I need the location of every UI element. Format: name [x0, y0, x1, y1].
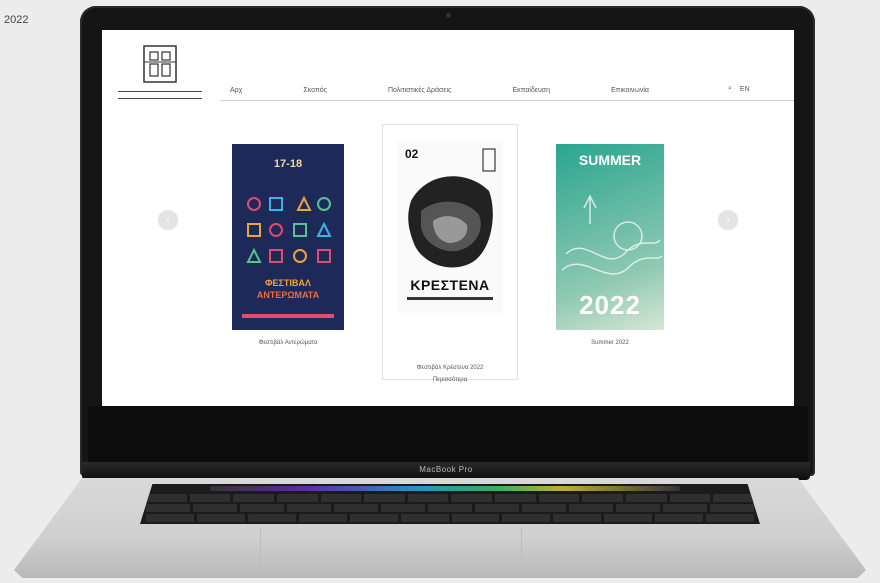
card-caption[interactable]: Φεστιβάλ Κρέστενα 2022 — [383, 365, 517, 371]
slider-next-button[interactable]: › — [718, 210, 738, 230]
event-poster[interactable]: 02 ΚΡΕΣΤΕΝΑ — [397, 141, 503, 313]
screen-bezel — [88, 406, 808, 462]
nav-item-purpose[interactable]: Σκοπός — [303, 87, 327, 94]
hinge: MacBook Pro — [82, 462, 810, 480]
poster-title: ΚΡΕΣΤΕΝΑ — [410, 277, 490, 293]
logo-sub — [118, 100, 202, 106]
camera — [446, 13, 451, 18]
event-poster[interactable]: SUMMER 2022 — [556, 144, 664, 330]
event-card[interactable]: SUMMER 2022 Summer 2022 — [556, 144, 664, 364]
key-row — [146, 514, 755, 522]
logo-mark-icon — [143, 45, 177, 83]
key-row — [146, 494, 754, 502]
main-nav: Αρχ Σκοπός Πολιτιστικές Δράσεις Εκπαίδευ… — [230, 84, 770, 96]
slider-prev-button[interactable]: ‹ — [158, 210, 178, 230]
card-caption[interactable]: Φεστιβάλ Αντερώματα — [232, 340, 344, 346]
event-card-featured[interactable]: 02 ΚΡΕΣΤΕΝΑ Φεστιβάλ Κρέστενα 2022 Περισ… — [382, 124, 518, 383]
card-caption[interactable]: Summer 2022 — [556, 340, 664, 346]
event-card[interactable]: 17-18 ΦΕΣΤΙΒΑΛ ΑΝΤΕΡΩΜΑΤΑ Φεστιβάλ Αντερ… — [232, 144, 344, 364]
read-more-link[interactable]: Περισσότερα — [383, 377, 517, 383]
corner-text: 2022 — [4, 14, 29, 26]
key-row — [146, 504, 754, 512]
poster-pattern-icon — [242, 195, 334, 318]
event-poster[interactable]: 17-18 ΦΕΣΤΙΒΑΛ ΑΝΤΕΡΩΜΑΤΑ — [232, 144, 344, 330]
nav-item-cultural-actions[interactable]: Πολιτιστικές Δράσεις — [388, 87, 451, 94]
laptop-screen: Αρχ Σκοπός Πολιτιστικές Δράσεις Εκπαίδευ… — [102, 30, 794, 406]
nav-divider — [220, 100, 794, 101]
chevron-right-icon: › — [726, 214, 730, 226]
chevron-left-icon: ‹ — [166, 214, 170, 226]
nav-item-contact[interactable]: Επικοινωνία — [611, 87, 649, 94]
language-switch[interactable]: EN — [740, 86, 750, 93]
poster-title: ΦΕΣΤΙΒΑΛ — [265, 278, 311, 288]
poster-year: 2022 — [579, 290, 641, 320]
nav-tools: ⌕ EN — [728, 82, 778, 96]
site-logo[interactable] — [118, 44, 202, 114]
trackpad — [260, 528, 522, 573]
search-icon[interactable]: ⌕ — [728, 85, 732, 93]
nav-item-education[interactable]: Εκπαίδευση — [512, 87, 550, 94]
touch-bar — [210, 486, 680, 491]
macbook-label: MacBook Pro — [419, 465, 473, 474]
nav-item-home[interactable]: Αρχ — [230, 87, 242, 94]
logo-name — [118, 91, 202, 99]
poster-title: ΑΝΤΕΡΩΜΑΤΑ — [256, 290, 320, 300]
